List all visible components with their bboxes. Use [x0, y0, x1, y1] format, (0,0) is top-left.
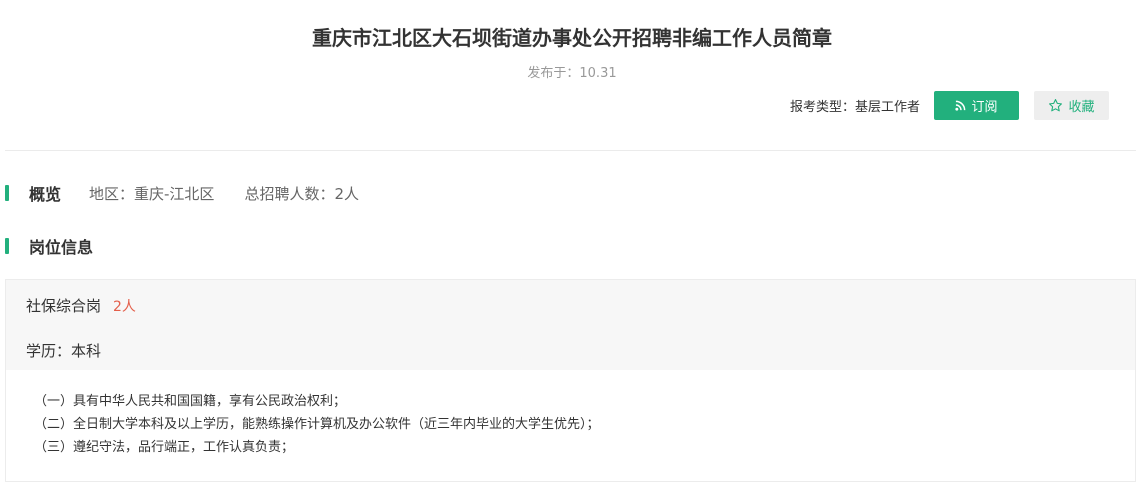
section-marker: [5, 185, 9, 201]
publish-date: 发布于：10.31: [0, 62, 1144, 81]
job-card-header: 社保综合岗 2人 学历：本科: [6, 280, 1135, 370]
publish-date-value: 10.31: [579, 66, 617, 81]
collect-label: 收藏: [1068, 99, 1095, 115]
positions-section: 岗位信息: [5, 236, 94, 257]
publish-date-label: 发布于：: [527, 66, 580, 81]
job-count: 2人: [113, 299, 136, 315]
section-marker: [5, 238, 9, 254]
action-bar: 报考类型：基层工作者 订阅 收藏: [790, 90, 1109, 120]
requirement-item: （三）遵纪守法，品行端正，工作认真负责；: [34, 440, 295, 455]
subscribe-button[interactable]: 订阅: [934, 90, 1019, 120]
star-icon: [1049, 98, 1063, 111]
overview-region: 地区：重庆-江北区: [89, 184, 215, 203]
rss-icon: [955, 100, 966, 111]
job-title: 社保综合岗: [26, 297, 102, 315]
overview-section: 概览 地区：重庆-江北区 总招聘人数：2人: [5, 183, 359, 204]
job-name: 社保综合岗 2人: [26, 295, 136, 316]
job-education: 学历：本科: [26, 342, 102, 360]
header-divider: [5, 150, 1136, 151]
overview-title: 概览: [29, 185, 62, 204]
job-requirements: （一）具有中华人民共和国国籍，享有公民政治权利； （二）全日制大学本科及以上学历…: [6, 370, 1135, 459]
requirement-item: （一）具有中华人民共和国国籍，享有公民政治权利；: [34, 394, 347, 409]
page-title: 重庆市江北区大石坝街道办事处公开招聘非编工作人员简章: [312, 26, 832, 50]
collect-button[interactable]: 收藏: [1034, 90, 1109, 120]
positions-title: 岗位信息: [29, 238, 94, 257]
requirement-item: （二）全日制大学本科及以上学历，能熟练操作计算机及办公软件（近三年内毕业的大学生…: [34, 417, 600, 432]
job-card: 社保综合岗 2人 学历：本科 （一）具有中华人民共和国国籍，享有公民政治权利； （…: [5, 279, 1136, 482]
overview-total: 总招聘人数：2人: [244, 184, 359, 203]
exam-type-label: 报考类型：基层工作者: [789, 99, 920, 115]
subscribe-label: 订阅: [971, 99, 998, 115]
